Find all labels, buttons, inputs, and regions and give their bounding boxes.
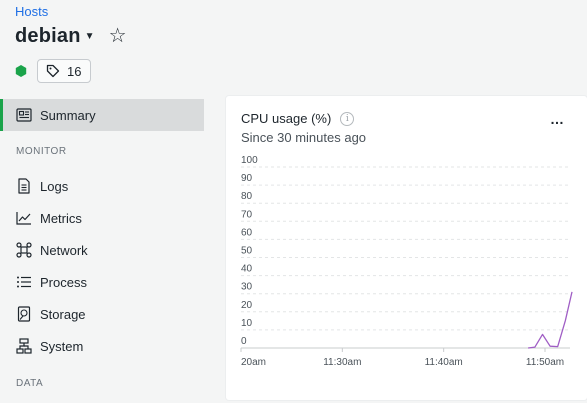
y-tick-label: 0 <box>241 336 247 347</box>
y-tick-label: 80 <box>241 191 253 202</box>
y-tick-label: 30 <box>241 282 253 293</box>
system-icon <box>16 338 32 354</box>
meta-row: 16 <box>15 59 92 83</box>
x-tick-label: 11:40am <box>425 357 463 368</box>
sidebar-item-storage[interactable]: Storage <box>0 298 205 330</box>
tag-count: 16 <box>67 63 82 79</box>
sidebar-item-label: System <box>40 338 84 354</box>
tags-button[interactable]: 16 <box>37 59 92 83</box>
section-label-data: DATA <box>16 378 44 389</box>
sidebar-item-label: Metrics <box>40 210 82 226</box>
sidebar-item-system[interactable]: System <box>0 330 205 362</box>
metrics-icon <box>16 210 32 226</box>
x-tick-label: 11:30am <box>323 357 361 368</box>
sidebar-item-network[interactable]: Network <box>0 234 205 266</box>
network-icon <box>16 242 32 258</box>
y-tick-label: 70 <box>241 209 253 220</box>
cpu-usage-card: CPU usage (%) i Since 30 minutes ago … 0… <box>226 96 587 400</box>
process-icon <box>16 274 32 290</box>
sidebar-item-label: Storage <box>40 306 86 322</box>
x-tick-label: 20am <box>241 357 266 368</box>
breadcrumb-hosts[interactable]: Hosts <box>15 4 48 19</box>
sidebar-item-label: Summary <box>40 107 96 123</box>
sidebar-item-label: Network <box>40 242 88 258</box>
y-tick-label: 20 <box>241 300 253 311</box>
storage-icon <box>16 306 32 322</box>
health-status-icon <box>15 65 27 77</box>
series-line <box>528 291 573 349</box>
y-tick-label: 100 <box>241 155 258 166</box>
title-row: debian ▼ ☆ <box>15 22 127 50</box>
x-tick-label: 11:50am <box>526 357 564 368</box>
page-title: debian <box>15 24 81 47</box>
sidebar-item-logs[interactable]: Logs <box>0 170 205 202</box>
y-tick-label: 50 <box>241 246 253 257</box>
sidebar-item-metrics[interactable]: Metrics <box>0 202 205 234</box>
sidebar: Summary MONITOR Logs Metrics Network Pro… <box>0 91 205 403</box>
chevron-down-icon[interactable]: ▼ <box>85 31 95 42</box>
y-tick-label: 40 <box>241 264 253 275</box>
sidebar-item-process[interactable]: Process <box>0 266 205 298</box>
sidebar-item-summary[interactable]: Summary <box>0 99 204 131</box>
logs-icon <box>16 178 32 194</box>
star-icon[interactable]: ☆ <box>109 26 127 46</box>
section-label-monitor: MONITOR <box>16 146 67 157</box>
tag-icon <box>46 64 60 78</box>
y-tick-label: 60 <box>241 227 253 238</box>
cpu-usage-chart: 0 10 20 30 40 50 60 70 80 90 100 20am 11:30am 11:40am… <box>240 155 573 368</box>
sidebar-item-label: Logs <box>40 178 69 194</box>
summary-icon <box>16 107 32 123</box>
y-tick-label: 90 <box>241 173 253 184</box>
sidebar-item-label: Process <box>40 274 87 290</box>
y-tick-label: 10 <box>241 318 253 329</box>
